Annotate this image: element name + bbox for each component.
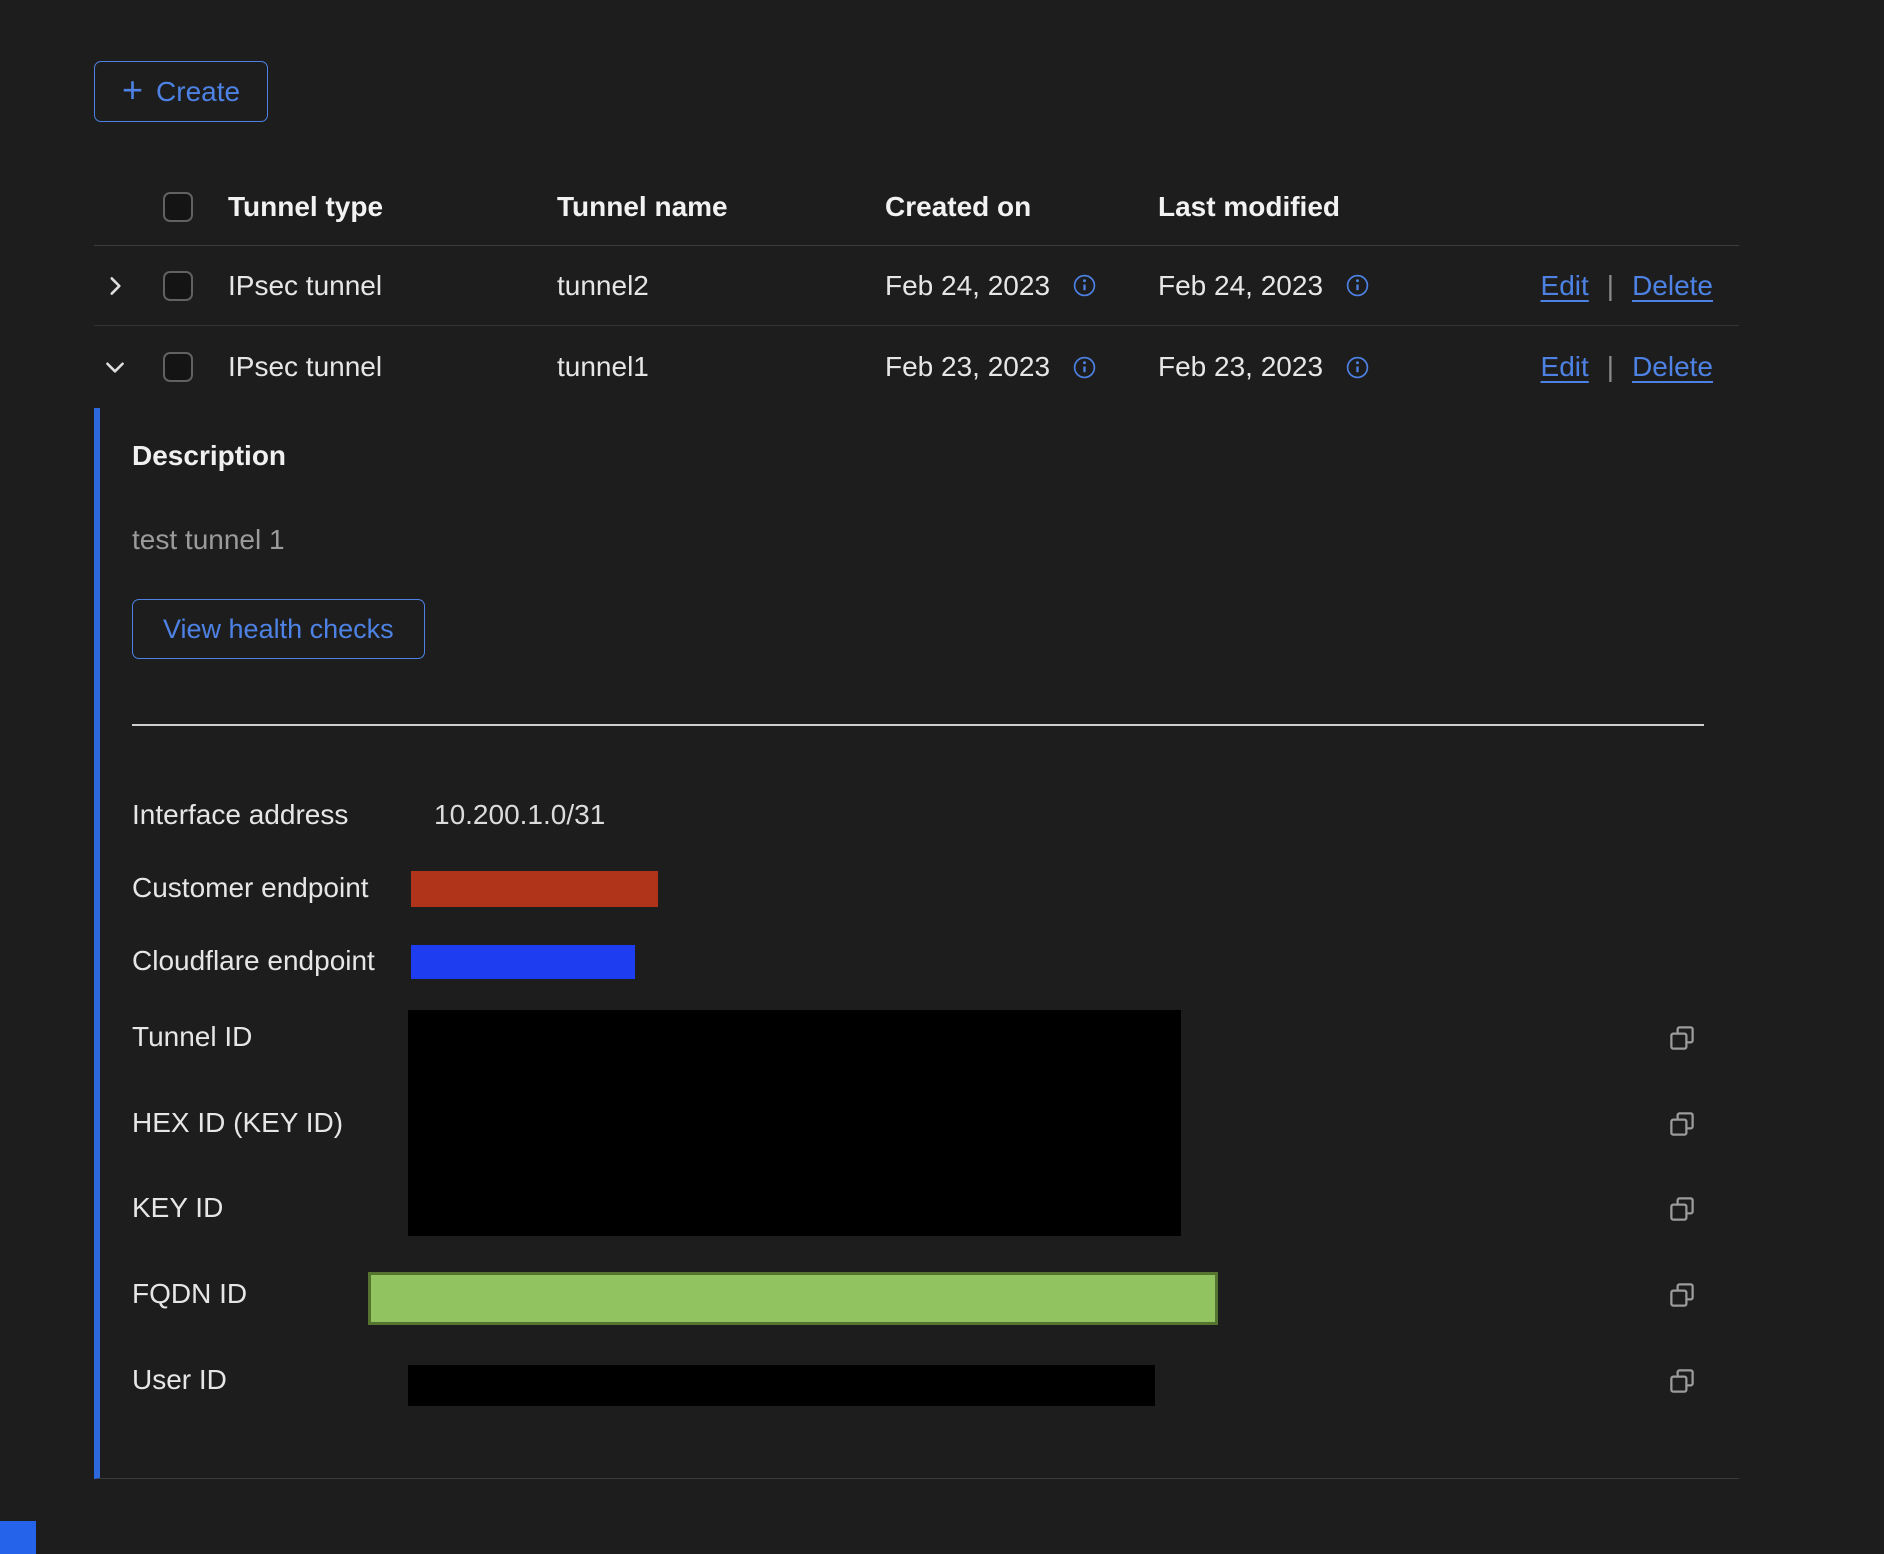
plus-icon: + <box>122 72 143 108</box>
cloudflare-endpoint-label: Cloudflare endpoint <box>132 945 375 977</box>
tunnel-type-cell: IPsec tunnel <box>228 351 557 383</box>
interface-address-label: Interface address <box>132 799 348 831</box>
hex-id-label: HEX ID (KEY ID) <box>132 1107 343 1139</box>
edit-link[interactable]: Edit <box>1541 351 1589 383</box>
cloudflare-endpoint-redacted-value <box>411 945 635 979</box>
fqdn-id-redacted-value <box>368 1272 1218 1325</box>
last-modified-cell: Feb 24, 2023 <box>1158 270 1323 302</box>
view-health-checks-button[interactable]: View health checks <box>132 599 425 659</box>
column-header-tunnel-name: Tunnel name <box>557 191 885 223</box>
info-icon[interactable] <box>1345 273 1370 298</box>
delete-link[interactable]: Delete <box>1632 270 1713 302</box>
tunnel-detail-panel: Description test tunnel 1 View health ch… <box>94 408 1739 1479</box>
user-id-redacted-value <box>408 1365 1155 1406</box>
select-all-checkbox[interactable] <box>163 192 193 222</box>
interface-address-value: 10.200.1.0/31 <box>434 799 605 831</box>
info-icon[interactable] <box>1345 355 1370 380</box>
create-button-label: Create <box>156 76 240 108</box>
customer-endpoint-label: Customer endpoint <box>132 872 369 904</box>
column-header-tunnel-type: Tunnel type <box>228 191 557 223</box>
customer-endpoint-redacted-value <box>411 871 658 907</box>
bottom-left-blue-strip <box>0 1521 36 1554</box>
copy-user-id-button[interactable] <box>1667 1366 1697 1396</box>
table-row: IPsec tunnel tunnel1 Feb 23, 2023 Feb 23… <box>94 326 1739 408</box>
table-header-row: Tunnel type Tunnel name Created on Last … <box>94 168 1739 246</box>
edit-link[interactable]: Edit <box>1541 270 1589 302</box>
key-id-label: KEY ID <box>132 1192 223 1224</box>
section-divider <box>132 724 1704 726</box>
chevron-right-icon[interactable] <box>102 273 128 299</box>
tunnel-name-cell: tunnel2 <box>557 270 885 302</box>
copy-fqdn-id-button[interactable] <box>1667 1280 1697 1310</box>
tunnel-id-label: Tunnel ID <box>132 1021 252 1053</box>
create-button[interactable]: + Create <box>94 61 268 122</box>
column-header-last-modified: Last modified <box>1158 191 1488 223</box>
created-on-cell: Feb 24, 2023 <box>885 270 1050 302</box>
column-header-created-on: Created on <box>885 191 1158 223</box>
tunnel-name-cell: tunnel1 <box>557 351 885 383</box>
info-icon[interactable] <box>1072 355 1097 380</box>
last-modified-cell: Feb 23, 2023 <box>1158 351 1323 383</box>
chevron-down-icon[interactable] <box>102 354 128 380</box>
row-checkbox[interactable] <box>163 271 193 301</box>
fqdn-id-label: FQDN ID <box>132 1278 247 1310</box>
delete-link[interactable]: Delete <box>1632 351 1713 383</box>
copy-hex-id-button[interactable] <box>1667 1109 1697 1139</box>
row-checkbox[interactable] <box>163 352 193 382</box>
description-text: test tunnel 1 <box>132 524 285 556</box>
copy-key-id-button[interactable] <box>1667 1194 1697 1224</box>
tunnel-type-cell: IPsec tunnel <box>228 270 557 302</box>
info-icon[interactable] <box>1072 273 1097 298</box>
description-label: Description <box>132 440 286 472</box>
copy-tunnel-id-button[interactable] <box>1667 1023 1697 1053</box>
action-separator: | <box>1607 270 1614 302</box>
created-on-cell: Feb 23, 2023 <box>885 351 1050 383</box>
action-separator: | <box>1607 351 1614 383</box>
table-row: IPsec tunnel tunnel2 Feb 24, 2023 Feb 24… <box>94 246 1739 326</box>
tunnel-hex-key-id-redacted-value <box>408 1010 1181 1236</box>
user-id-label: User ID <box>132 1364 227 1396</box>
